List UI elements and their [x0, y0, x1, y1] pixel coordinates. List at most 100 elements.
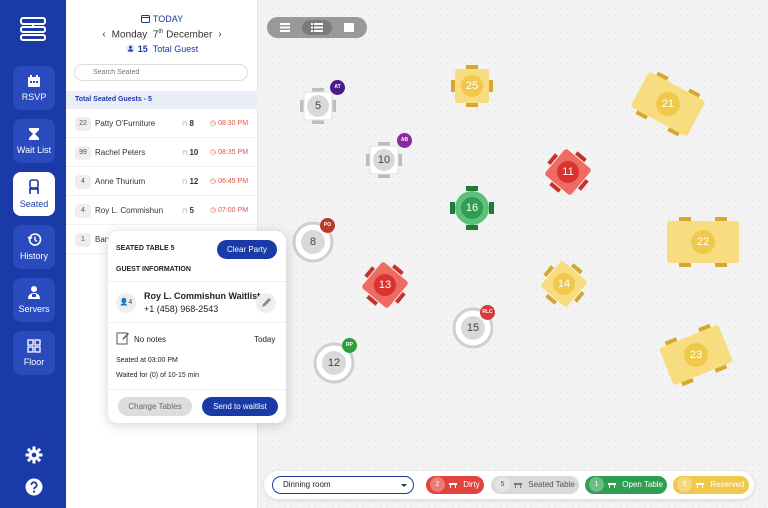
- room-dropdown[interactable]: Dinning room: [272, 476, 414, 494]
- section-header: Total Seated Guests - 5: [66, 91, 258, 109]
- nav-seated[interactable]: Seated: [13, 172, 55, 216]
- chair-icon: [29, 179, 39, 194]
- search-seated-input[interactable]: [74, 64, 248, 81]
- nav-servers[interactable]: Servers: [13, 278, 55, 322]
- table-number-value: 8: [189, 119, 194, 128]
- legend-seated[interactable]: 5 Seated Table: [491, 476, 579, 494]
- clear-party-button[interactable]: Clear Party: [217, 240, 277, 259]
- seated-time: ◷ 07:00 PM: [210, 206, 248, 214]
- table-legend-icon: [514, 483, 522, 488]
- table-14[interactable]: 14: [541, 261, 587, 307]
- today-label: TODAY: [152, 14, 184, 24]
- change-tables-button[interactable]: Change Tables: [118, 397, 192, 416]
- clock-icon: ◷: [210, 120, 217, 127]
- seated-time-value: 07:00 PM: [218, 207, 249, 214]
- table-15-server-badge: RLC: [480, 305, 495, 320]
- nav-floor[interactable]: Floor: [13, 331, 55, 375]
- floor-grid-icon: [27, 339, 41, 353]
- table-number: ⊓ 10: [182, 148, 198, 157]
- legend-dirty-count: 2: [430, 477, 445, 492]
- table-number-value: 5: [189, 206, 194, 215]
- table-icon: ⊓: [182, 208, 188, 215]
- send-to-waitlist-button[interactable]: Send to waitlist: [202, 397, 278, 416]
- floor-legend-bar: Dinning room 2 Dirty 5 Seated Table 1 Op…: [264, 471, 754, 499]
- guest-name: Anne Thurium: [95, 177, 146, 186]
- table-11[interactable]: 11: [545, 149, 591, 195]
- guest-name: Rachel Peters: [95, 148, 146, 157]
- nav-history[interactable]: History: [13, 225, 55, 269]
- table-22[interactable]: 22: [663, 216, 743, 268]
- calendar-icon: [28, 75, 40, 87]
- legend-open-count: 1: [589, 477, 604, 492]
- table-icon: ⊓: [182, 121, 188, 128]
- seated-row[interactable]: 4 Roy L. Commishun ⊓ 5 ◷ 07:00 PM: [66, 196, 258, 225]
- clock-icon: ◷: [210, 149, 217, 156]
- divider: [108, 389, 286, 390]
- table-5-server-badge: AT: [330, 80, 345, 95]
- table-23[interactable]: 23: [654, 322, 738, 388]
- legend-reserved[interactable]: 5 Reserved: [673, 476, 749, 494]
- floor-view-icon: [344, 23, 354, 32]
- guest-count: 15: [137, 44, 148, 54]
- table-21[interactable]: 21: [626, 72, 710, 136]
- hourglass-icon: [29, 128, 39, 140]
- settings-gear-icon[interactable]: [25, 446, 43, 464]
- table-12[interactable]: 12 RP: [313, 338, 357, 384]
- table-legend-icon: [449, 483, 457, 488]
- legend-open[interactable]: 1 Open Table: [585, 476, 667, 494]
- legend-seated-label: Seated Table: [528, 480, 575, 489]
- notes-date: Today: [254, 335, 276, 344]
- table-10-server-badge: AB: [397, 133, 412, 148]
- guest-name: Roy L. Commishun: [95, 206, 164, 215]
- nav-seated-label: Seated: [19, 199, 49, 209]
- history-icon: [27, 233, 41, 246]
- view-toggle: [267, 17, 367, 38]
- app-logo-icon[interactable]: [19, 16, 47, 42]
- seated-row[interactable]: 99 Rachel Peters ⊓ 10 ◷ 08:35 PM: [66, 138, 258, 167]
- nav-wait-list-label: Wait List: [16, 145, 52, 155]
- legend-seated-count: 5: [495, 477, 510, 492]
- side-nav: RSVP Wait List Seated History Servers Fl…: [0, 0, 66, 508]
- table-icon: ⊓: [182, 179, 188, 186]
- seated-time-value: 08:35 PM: [218, 149, 249, 156]
- legend-reserved-label: Reserved: [710, 480, 745, 489]
- seated-time: ◷ 06:45 PM: [210, 177, 248, 185]
- seated-time-value: 08:30 PM: [218, 120, 249, 127]
- seated-time: ◷ 08:30 PM: [210, 119, 248, 127]
- edit-guest-button[interactable]: [256, 293, 276, 313]
- server-person-icon: [28, 286, 40, 299]
- seated-row[interactable]: 22 Patty O'Furniture ⊓ 8 ◷ 08:30 PM: [66, 109, 258, 138]
- table-13[interactable]: 13: [362, 262, 408, 308]
- guest-name: Patty O'Furniture: [95, 119, 156, 128]
- table-5[interactable]: 5 AT: [298, 80, 345, 126]
- list-view-button[interactable]: [270, 20, 300, 35]
- next-day-chevron-icon[interactable]: ›: [218, 29, 221, 40]
- table-14-number: 14: [557, 278, 571, 290]
- table-16[interactable]: 16: [450, 186, 494, 230]
- table-10[interactable]: 10 AB: [364, 133, 412, 180]
- guest-phone: +1 (458) 968-2543: [144, 304, 219, 314]
- table-number-value: 12: [189, 177, 199, 186]
- table-8[interactable]: 8 PO: [292, 218, 335, 263]
- help-icon[interactable]: [25, 478, 43, 496]
- today-header: TODAY: [66, 14, 258, 24]
- month-name: December: [166, 29, 213, 41]
- divider: [108, 281, 286, 282]
- prev-day-chevron-icon[interactable]: ‹: [102, 29, 105, 40]
- party-size: 22: [75, 117, 91, 131]
- table-25[interactable]: 25: [450, 64, 494, 108]
- clock-icon: ◷: [210, 178, 217, 185]
- dropdown-caret-icon: [401, 484, 407, 487]
- legend-dirty[interactable]: 2 Dirty: [426, 476, 484, 494]
- guest-info-heading: GUEST INFORMATION: [116, 266, 191, 273]
- day-name: Monday: [111, 29, 148, 41]
- guest-label: Total Guest: [152, 44, 199, 54]
- detail-list-view-button[interactable]: [302, 20, 332, 35]
- note-icon: [116, 332, 129, 345]
- nav-rsvp[interactable]: RSVP: [13, 66, 55, 110]
- table-15[interactable]: 15 RLC: [452, 305, 495, 349]
- seated-row[interactable]: 4 Anne Thurium ⊓ 12 ◷ 06:45 PM: [66, 167, 258, 196]
- nav-wait-list[interactable]: Wait List: [13, 119, 55, 163]
- floor-view-button[interactable]: [334, 20, 364, 35]
- guest-name: Roy L. Commishun Waitlist: [144, 291, 261, 301]
